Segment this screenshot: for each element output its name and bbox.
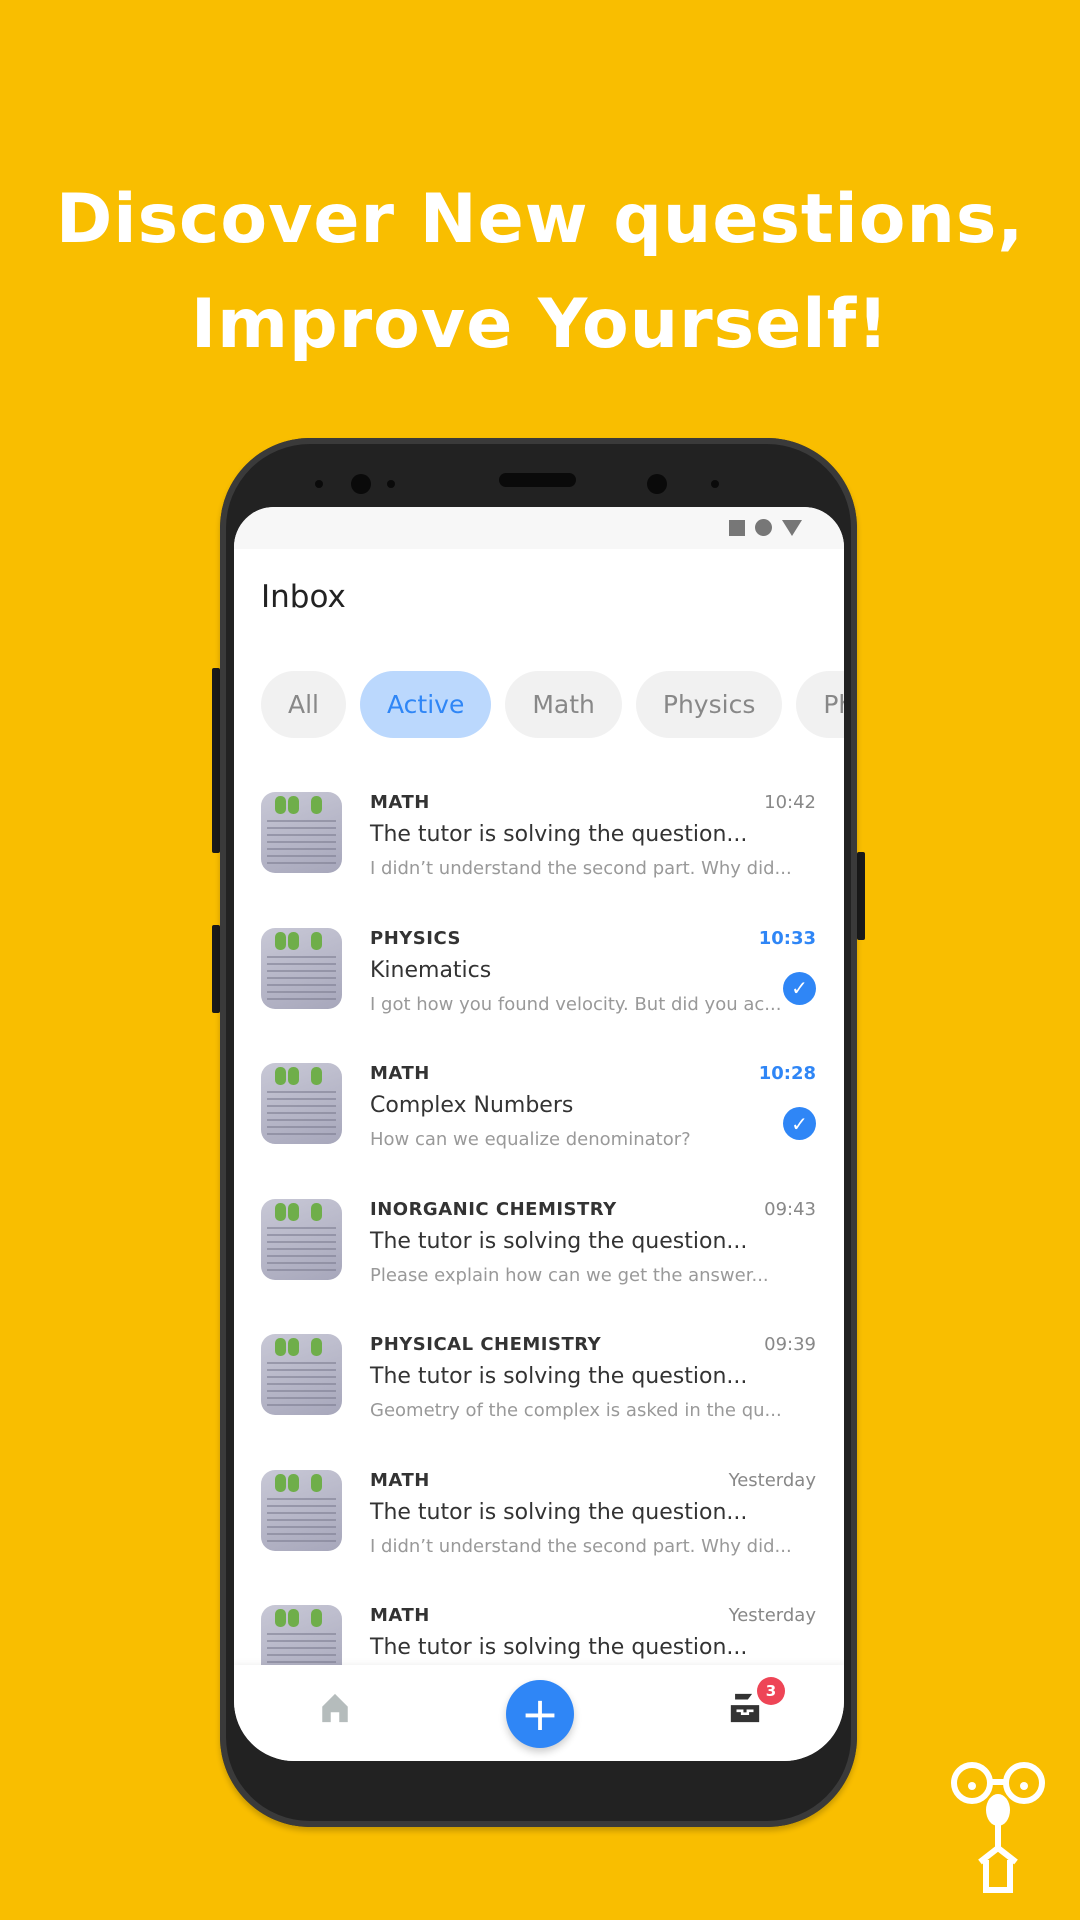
brand-logo <box>951 1762 1045 1893</box>
filter-chip-physics[interactable]: Physics <box>635 671 783 738</box>
home-icon[interactable] <box>318 1691 352 1725</box>
item-time: 09:43 <box>764 1198 816 1220</box>
list-item[interactable]: MATH Yesterday The tutor is solving the qu… <box>234 1583 844 1665</box>
add-question-button[interactable]: + <box>506 1680 574 1748</box>
list-item[interactable]: INORGANIC CHEMISTRY 09:43 The tutor is sol… <box>234 1177 844 1312</box>
inbox-tray-icon[interactable] <box>728 1691 762 1725</box>
phone-side-button <box>212 668 220 853</box>
phone-side-button <box>212 925 220 1013</box>
phone-side-button <box>857 852 865 940</box>
item-category: MATH <box>370 792 430 813</box>
question-thumbnail <box>261 1469 342 1551</box>
item-category: INORGANIC CHEMISTRY <box>370 1198 617 1220</box>
item-subject: Kinematics <box>370 957 492 983</box>
item-preview: Geometry of the complex is asked in the … <box>370 1400 782 1421</box>
check-icon: ✓ <box>783 971 816 1005</box>
item-category: MATH <box>370 1063 430 1084</box>
question-thumbnail <box>261 792 342 873</box>
sensor <box>711 480 719 488</box>
status-bar <box>234 507 844 549</box>
question-thumbnail <box>261 1605 342 1665</box>
item-preview: How can we equalize denominator? <box>370 1129 691 1150</box>
item-subject: The tutor is solving the question... <box>370 822 748 847</box>
plus-icon: + <box>520 1687 560 1741</box>
item-category: PHYSICS <box>370 927 461 949</box>
list-item[interactable]: MATH Yesterday The tutor is solving the qu… <box>234 1448 844 1583</box>
inbox-list[interactable]: MATH 10:42 The tutor is solving the questi… <box>234 770 844 1665</box>
front-camera <box>351 474 371 494</box>
filter-chip-ph[interactable]: Ph <box>796 671 844 738</box>
headline-line-2: Improve Yourself! <box>190 285 890 364</box>
item-preview: Please explain how can we get the answer… <box>370 1264 769 1286</box>
sensor <box>387 480 395 488</box>
item-time: Yesterday <box>728 1469 816 1491</box>
item-category: PHYSICAL CHEMISTRY <box>370 1334 602 1355</box>
item-time: 10:28 <box>758 1063 816 1084</box>
list-item[interactable]: PHYSICS 10:33 Kinematics I got how you foun… <box>234 906 844 1041</box>
phone-frame: Inbox AllActiveMathPhysicsPh MATH 10:42 Th… <box>220 438 857 1827</box>
app-screen: Inbox AllActiveMathPhysicsPh MATH 10:42 Th… <box>234 507 844 1761</box>
item-subject: The tutor is solving the question... <box>370 1228 748 1254</box>
bottom-nav: + 3 <box>234 1665 844 1761</box>
item-subject: Complex Numbers <box>370 1093 574 1118</box>
filter-chips: AllActiveMathPhysicsPh <box>261 671 844 738</box>
item-subject: The tutor is solving the question... <box>370 1364 748 1389</box>
list-item[interactable]: PHYSICAL CHEMISTRY 09:39 The tutor is solv… <box>234 1312 844 1447</box>
list-item[interactable]: MATH 10:42 The tutor is solving the questi… <box>234 770 844 905</box>
item-time: 10:42 <box>764 792 816 813</box>
sensor <box>315 480 323 488</box>
item-time: 10:33 <box>758 927 816 949</box>
question-thumbnail <box>261 927 342 1009</box>
headline-line-1: Discover New questions, <box>55 180 1025 259</box>
item-time: 09:39 <box>764 1334 816 1355</box>
item-subject: The tutor is solving the question... <box>370 1499 748 1525</box>
question-thumbnail <box>261 1063 342 1144</box>
filter-chip-active[interactable]: Active <box>360 671 492 738</box>
page-title: Inbox <box>261 579 346 615</box>
speaker <box>499 473 576 487</box>
item-subject: The tutor is solving the question... <box>370 1635 748 1660</box>
item-preview: I didn’t understand the second part. Why… <box>370 858 792 879</box>
triangle-icon <box>782 519 802 536</box>
inbox-badge: 3 <box>757 1677 785 1705</box>
front-camera <box>647 474 667 494</box>
list-item[interactable]: MATH 10:28 Complex Numbers How can we equal… <box>234 1041 844 1176</box>
question-thumbnail <box>261 1198 342 1280</box>
item-category: MATH <box>370 1605 430 1626</box>
item-time: Yesterday <box>728 1605 816 1626</box>
square-icon <box>729 519 745 536</box>
circle-icon <box>755 519 772 536</box>
filter-chip-all[interactable]: All <box>261 671 346 738</box>
check-icon: ✓ <box>783 1107 816 1140</box>
filter-chip-math[interactable]: Math <box>505 671 622 738</box>
item-preview: I got how you found velocity. But did yo… <box>370 993 782 1015</box>
item-category: MATH <box>370 1469 430 1491</box>
item-preview: I didn’t understand the second part. Why… <box>370 1535 792 1557</box>
question-thumbnail <box>261 1334 342 1415</box>
